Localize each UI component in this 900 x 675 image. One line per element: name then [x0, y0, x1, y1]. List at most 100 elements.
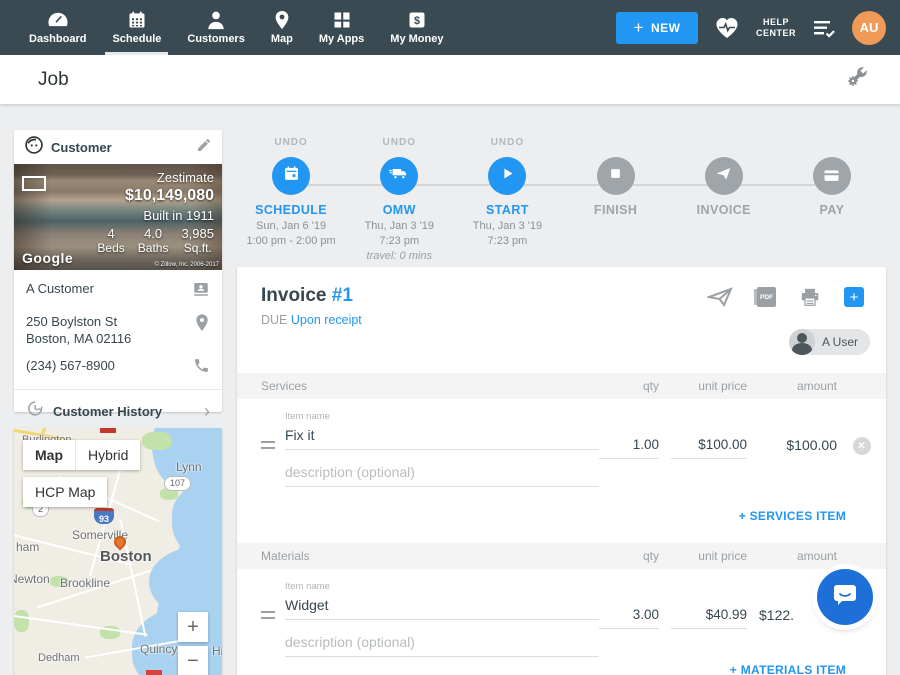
customer-phone-row: (234) 567-8900 [26, 357, 210, 379]
contact-card-icon[interactable] [192, 280, 210, 303]
material-unit-price-input[interactable] [671, 605, 747, 629]
add-invoice-button[interactable]: + [844, 287, 864, 307]
help-center-link[interactable]: HELP CENTER [756, 17, 796, 39]
material-description-input[interactable] [285, 632, 599, 657]
nav-item-map[interactable]: Map [258, 0, 306, 55]
nav-label: Dashboard [29, 33, 86, 45]
add-materials-item-link[interactable]: + MATERIALS ITEM [730, 663, 846, 675]
invoice-number[interactable]: #1 [332, 285, 353, 306]
new-button[interactable]: + NEW [616, 12, 698, 44]
undo-schedule-link[interactable]: UNDO [274, 137, 307, 153]
service-unit-price-input[interactable] [671, 435, 747, 459]
material-qty-input[interactable] [599, 605, 659, 629]
map-park [14, 610, 29, 632]
undo-omw-link[interactable]: UNDO [383, 137, 416, 153]
finish-step-button[interactable] [597, 157, 635, 195]
nav-label: My Apps [319, 33, 364, 45]
app-window: Dashboard Schedule Customers Map My Apps… [0, 0, 900, 675]
nav-item-my-apps[interactable]: My Apps [306, 0, 377, 55]
beds-label: Beds [97, 241, 124, 255]
health-heart-icon[interactable] [714, 16, 740, 40]
property-stats: 4Beds 4.0Baths 3,985Sq.ft. [97, 226, 214, 255]
service-description-input[interactable] [285, 462, 599, 487]
location-pin-icon[interactable] [194, 313, 210, 338]
schedule-step-button[interactable] [272, 157, 310, 195]
chat-support-fab[interactable] [817, 569, 873, 625]
assigned-user-name: A User [822, 335, 858, 349]
page-header: Job [0, 55, 900, 104]
drag-handle[interactable] [261, 611, 275, 619]
materials-section-header: Materials qty unit price amount [237, 543, 886, 569]
map-type-hybrid-button[interactable]: Hybrid [75, 440, 140, 470]
timeline-step-pay: PAY [778, 125, 886, 267]
google-watermark: Google [22, 250, 73, 266]
step-dates: Sun, Jan 6 '191:00 pm - 2:00 pm [246, 219, 335, 249]
delete-service-item-button[interactable]: ✕ [853, 437, 871, 455]
service-qty-input[interactable] [599, 435, 659, 459]
job-settings-tools-icon[interactable] [846, 66, 870, 93]
beds-value: 4 [97, 226, 124, 241]
chat-bubble-icon [831, 582, 859, 613]
map-label: ham [16, 540, 39, 554]
nav-item-dashboard[interactable]: Dashboard [16, 0, 99, 55]
schedule-calendar-icon [127, 10, 147, 33]
add-services-item-link[interactable]: + SERVICES ITEM [739, 509, 846, 523]
map-type-map-button[interactable]: Map [23, 440, 75, 470]
nav-label: Schedule [112, 33, 161, 45]
nav-item-customers[interactable]: Customers [174, 0, 257, 55]
map-label: Lynn [176, 460, 202, 474]
pdf-icon[interactable]: PDF [757, 287, 776, 307]
hcp-map-toggle: HCP Map [23, 477, 107, 507]
service-name-input[interactable] [285, 425, 599, 450]
phone-icon[interactable] [193, 357, 210, 379]
drag-handle[interactable] [261, 441, 275, 449]
omw-step-button[interactable] [380, 157, 418, 195]
task-list-check-icon[interactable] [812, 18, 836, 38]
baths-value: 4.0 [138, 226, 169, 241]
add-service-row: + SERVICES ITEM [237, 487, 886, 543]
apps-grid-icon [332, 10, 352, 33]
user-avatar-icon [789, 329, 815, 355]
credit-card-icon[interactable] [813, 157, 851, 195]
map-label: Newton [14, 572, 50, 586]
baths-label: Baths [138, 241, 169, 255]
material-name-input[interactable] [285, 595, 599, 620]
user-avatar[interactable]: AU [852, 11, 886, 45]
qty-column-header: qty [599, 379, 659, 393]
invoice-card: Invoice #1 DUE Upon receipt PDF + A User… [237, 267, 886, 675]
map-label: Brookline [60, 576, 110, 590]
due-terms-link[interactable]: Upon receipt [291, 313, 362, 327]
step-label: PAY [820, 203, 845, 217]
nav-item-schedule[interactable]: Schedule [99, 0, 174, 55]
map-zoom-out-button[interactable]: − [178, 646, 208, 675]
map-label-boston: Boston [100, 548, 152, 565]
map-widget[interactable]: Burlington Lynn Somerville Boston ham Ne… [14, 428, 222, 675]
add-material-row: + MATERIALS ITEM [237, 657, 886, 675]
hcp-map-button[interactable]: HCP Map [23, 477, 107, 507]
invoice-step-button[interactable] [705, 157, 743, 195]
service-item-row: Item name $100.00 ✕ [237, 399, 886, 487]
top-navbar: Dashboard Schedule Customers Map My Apps… [0, 0, 900, 55]
nav-items: Dashboard Schedule Customers Map My Apps… [16, 0, 456, 55]
svg-text:$: $ [414, 15, 420, 27]
start-step-button[interactable] [488, 157, 526, 195]
property-photo[interactable]: Zestimate $10,149,080 Built in 1911 4Bed… [14, 164, 222, 270]
zestimate-value: $10,149,080 [97, 187, 214, 205]
navbar-right: + NEW HELP CENTER AU [616, 0, 900, 55]
map-zoom-in-button[interactable]: + [178, 612, 208, 642]
services-header-label: Services [261, 379, 599, 393]
send-invoice-icon[interactable] [707, 287, 733, 307]
map-marker-cutoff [146, 670, 162, 675]
materials-header-label: Materials [261, 549, 599, 563]
customer-history-row[interactable]: Customer History › [26, 390, 210, 431]
edit-pencil-icon[interactable] [196, 137, 212, 158]
undo-start-link[interactable]: UNDO [491, 137, 524, 153]
map-pin-icon [273, 10, 291, 33]
map-road [14, 614, 147, 635]
customer-history-label: Customer History [53, 404, 162, 419]
map-marker-cutoff [100, 428, 116, 433]
print-icon[interactable] [800, 288, 820, 307]
nav-item-my-money[interactable]: $ My Money [377, 0, 456, 55]
unit-price-column-header: unit price [671, 379, 747, 393]
assigned-user-pill[interactable]: A User [789, 329, 870, 355]
